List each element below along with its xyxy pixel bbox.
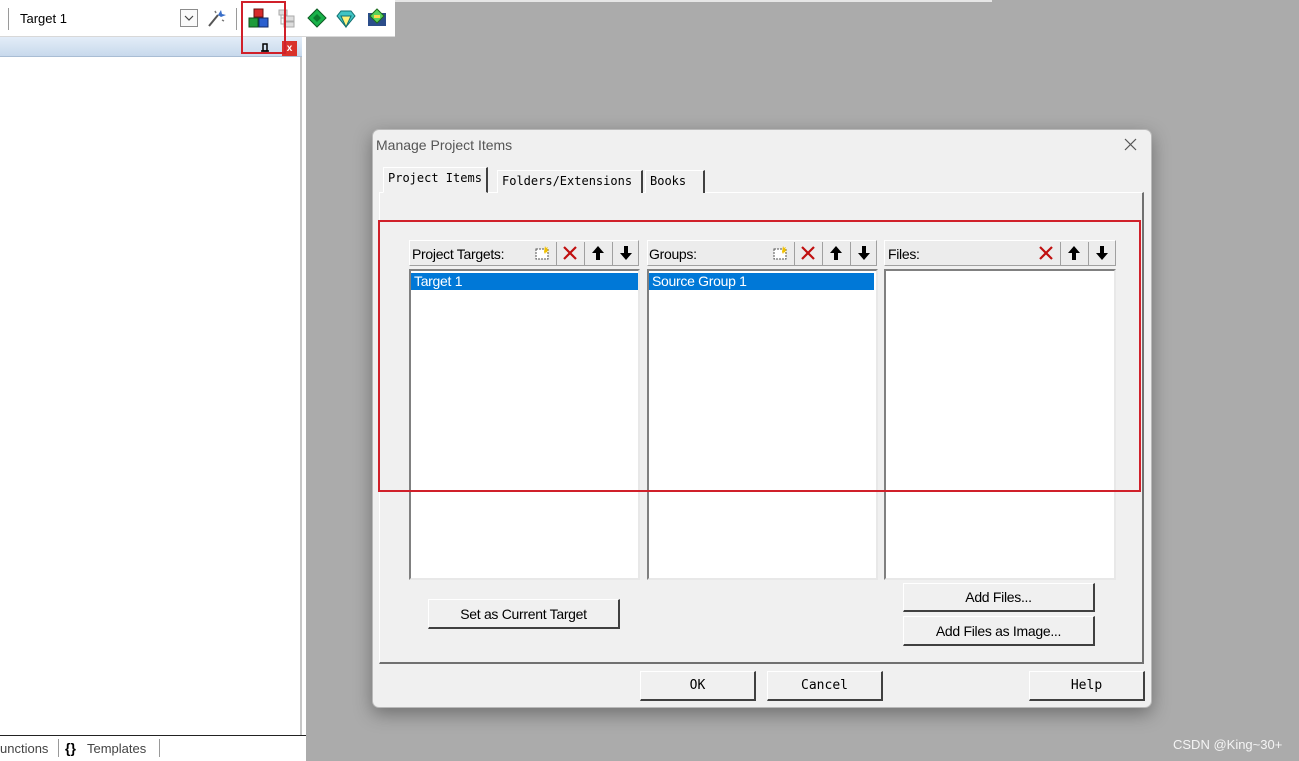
toolbar-separator (236, 8, 237, 30)
add-files-button[interactable]: Add Files... (903, 583, 1095, 612)
tab-functions[interactable]: unctions (0, 741, 48, 756)
options-for-target-icon[interactable] (206, 7, 228, 29)
highlight-box-toolbar (241, 1, 286, 54)
help-button[interactable]: Help (1029, 671, 1145, 701)
ok-button[interactable]: OK (640, 671, 756, 701)
rte-diamond-icon[interactable] (366, 7, 388, 29)
dialog-title: Manage Project Items (376, 137, 513, 153)
toolbar-strip (395, 0, 992, 2)
watermark: CSDN @King~30+ (1173, 737, 1283, 752)
project-tree-area[interactable] (0, 57, 302, 735)
highlight-box-lists (378, 220, 1141, 492)
tab-project-items[interactable]: Project Items (383, 167, 488, 193)
target-select-value[interactable]: Target 1 (20, 11, 67, 26)
tab-templates[interactable]: Templates (87, 741, 146, 756)
target-dropdown-button[interactable] (180, 9, 198, 27)
tab-books[interactable]: Books (645, 170, 705, 193)
chevron-down-icon (184, 15, 194, 21)
toolbar-separator (8, 8, 9, 30)
tab-separator (159, 739, 160, 757)
pack-installer-icon[interactable] (335, 7, 357, 29)
cancel-button[interactable]: Cancel (767, 671, 883, 701)
set-as-current-target-button[interactable]: Set as Current Target (428, 599, 620, 629)
add-files-as-image-button[interactable]: Add Files as Image... (903, 616, 1095, 646)
manage-runtime-environment-icon[interactable] (306, 7, 328, 29)
close-icon[interactable] (1121, 135, 1141, 155)
tab-folders-extensions[interactable]: Folders/Extensions (497, 170, 643, 193)
templates-icon: {} (65, 740, 76, 756)
tab-separator (58, 739, 59, 757)
